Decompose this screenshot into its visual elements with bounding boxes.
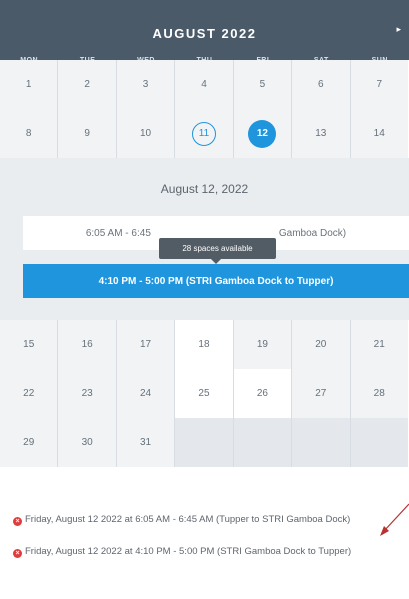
calendar-day[interactable]: 8 (0, 109, 59, 158)
selected-trip-text: Friday, August 12 2022 at 4:10 PM - 5:00… (25, 546, 352, 557)
selected-trip-text: Friday, August 12 2022 at 6:05 AM - 6:45… (25, 514, 351, 525)
calendar-day[interactable]: 6 (292, 60, 351, 109)
calendar-day[interactable]: 31 (116, 418, 176, 467)
calendar-week: 1 2 3 4 5 6 7 (0, 60, 409, 109)
booking-calendar: AUGUST 2022 ▸ MON TUE WED THU FRI SAT SU… (0, 0, 409, 467)
calendar-day[interactable]: 3 (116, 60, 176, 109)
calendar-day[interactable]: 1 (0, 60, 59, 109)
slot-label-start: 6:05 AM - 6:45 (85, 227, 151, 239)
calendar-day[interactable]: 5 (233, 60, 293, 109)
availability-tooltip: 28 spaces available (159, 238, 276, 264)
calendar-day-selected[interactable]: 12 (233, 109, 293, 158)
calendar-header: AUGUST 2022 ▸ MON TUE WED THU FRI SAT SU… (0, 0, 409, 64)
calendar-day[interactable]: 7 (350, 60, 408, 109)
calendar-day[interactable]: 20 (292, 320, 351, 369)
calendar-day[interactable]: 16 (58, 320, 117, 369)
calendar-day-empty (350, 418, 408, 467)
selected-trip-item: × Friday, August 12 2022 at 4:10 PM - 5:0… (13, 544, 409, 559)
selected-date-heading: August 12, 2022 (160, 182, 249, 196)
calendar-week: 22 23 24 25 26 27 28 (0, 369, 409, 418)
calendar-day[interactable]: 26 (233, 369, 293, 418)
calendar-day[interactable]: 13 (292, 109, 351, 158)
calendar-day[interactable]: 30 (58, 418, 117, 467)
calendar-day[interactable]: 21 (350, 320, 408, 369)
day-detail-panel: August 12, 2022 6:05 AM - 6:45 Gamboa Do… (0, 158, 409, 320)
calendar-day-empty (292, 418, 351, 467)
selected-day-pointer (264, 175, 286, 185)
calendar-day[interactable]: 17 (116, 320, 176, 369)
calendar-day[interactable]: 28 (350, 369, 408, 418)
calendar-day-empty (233, 418, 293, 467)
calendar-day[interactable]: 18 (175, 320, 234, 369)
remove-icon[interactable]: × (13, 549, 22, 558)
today-marker: 11 (191, 121, 216, 146)
calendar-day-empty (175, 418, 234, 467)
chevron-right-icon[interactable]: ▸ (396, 24, 401, 35)
calendar-day[interactable]: 4 (175, 60, 234, 109)
calendar-week: 29 30 31 (0, 418, 409, 467)
calendar-week: 15 16 17 18 19 20 21 (0, 320, 409, 369)
calendar-day[interactable]: 23 (58, 369, 117, 418)
month-title: AUGUST 2022 (152, 26, 257, 41)
calendar-day[interactable]: 2 (58, 60, 117, 109)
remove-icon[interactable]: × (13, 517, 22, 526)
time-slot-afternoon-selected[interactable]: 4:10 PM - 5:00 PM (STRI Gamboa Dock to T… (23, 264, 409, 298)
calendar-day-today[interactable]: 11 (175, 109, 234, 158)
calendar-day[interactable]: 15 (0, 320, 59, 369)
selected-day-marker: 12 (248, 119, 277, 148)
calendar-day[interactable]: 9 (58, 109, 117, 158)
calendar-day[interactable]: 22 (0, 369, 59, 418)
calendar-day[interactable]: 27 (292, 369, 351, 418)
calendar-day[interactable]: 24 (116, 369, 176, 418)
calendar-day[interactable]: 14 (350, 109, 408, 158)
slot-label-end: Gamboa Dock) (278, 227, 347, 239)
selected-trips-list: × Friday, August 12 2022 at 6:05 AM - 6:4… (13, 512, 409, 576)
calendar-day[interactable]: 10 (116, 109, 176, 158)
calendar-day[interactable]: 29 (0, 418, 59, 467)
calendar-week: 8 9 10 11 12 13 14 (0, 109, 409, 158)
selected-trip-item: × Friday, August 12 2022 at 6:05 AM - 6:4… (13, 512, 409, 527)
calendar-day[interactable]: 19 (233, 320, 293, 369)
calendar-day[interactable]: 25 (175, 369, 234, 418)
